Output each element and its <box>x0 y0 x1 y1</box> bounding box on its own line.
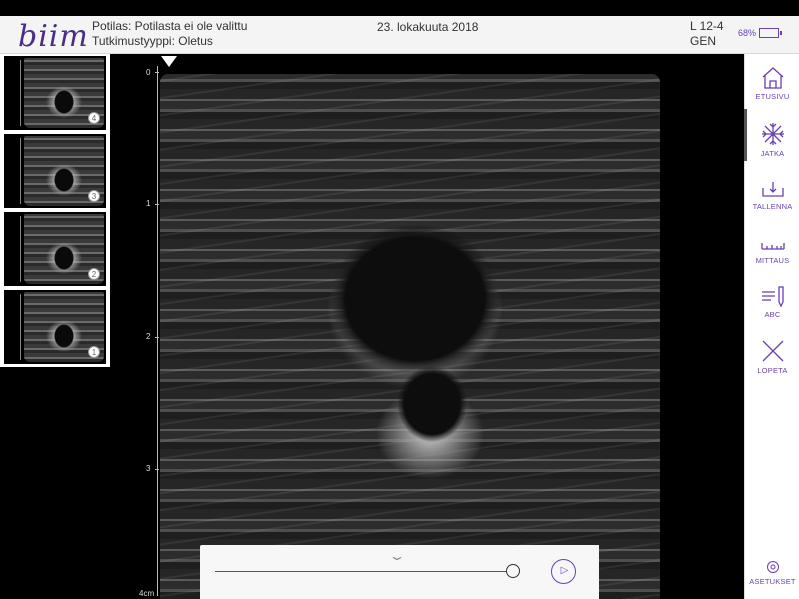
cine-scrubber-track[interactable] <box>215 571 515 572</box>
status-bar <box>0 0 799 16</box>
thumbnail-1[interactable]: 1 <box>4 290 106 364</box>
sidebar-item-label: ASETUKSET <box>749 577 796 586</box>
battery-percent: 68% <box>738 28 757 38</box>
depth-ruler <box>157 66 158 596</box>
battery-indicator: 68% <box>738 28 783 38</box>
gear-icon <box>766 561 779 573</box>
sidebar-item-lopeta[interactable]: LOPETA <box>745 338 799 375</box>
sidebar-item-label: ABC <box>764 310 781 319</box>
thumbnail-2[interactable]: 2 <box>4 212 106 286</box>
sidebar-item-asetukset[interactable]: ASETUKSET <box>745 559 799 586</box>
sidebar-item-jatka[interactable]: JATKA <box>745 121 799 158</box>
biim-logo: biim <box>18 19 89 54</box>
sidebar-item-label: ETUSIVU <box>755 92 790 101</box>
patient-info: Potilas: Potilasta ei ole valittu Tutkim… <box>92 19 247 49</box>
sidebar-item-mittaus[interactable]: MITTAUS <box>745 232 799 265</box>
chevron-down-icon[interactable]: ⌄ <box>388 549 406 563</box>
probe-mode: GEN <box>690 34 717 48</box>
ruler-icon <box>760 243 785 250</box>
depth-label-4: 4cm <box>139 589 155 598</box>
snowflake-icon <box>761 123 784 145</box>
thumbnail-badge: 1 <box>88 346 100 358</box>
save-icon <box>761 182 784 197</box>
depth-label-1: 1 <box>146 199 151 208</box>
depth-label-3: 3 <box>146 464 151 473</box>
header: biim Potilas: Potilasta ei ole valittu T… <box>0 16 799 54</box>
thumbnail-badge: 3 <box>88 190 100 202</box>
thumbnail-badge: 4 <box>88 112 100 124</box>
sidebar-item-label: MITTAUS <box>755 256 790 265</box>
exam-type-line: Tutkimustyyppi: Oletus <box>92 34 213 48</box>
sidebar-item-label: TALLENNA <box>752 202 793 211</box>
right-sidebar: ETUSIVU JATKA TALLENNA MITTAUS ABC LOPET… <box>744 54 799 599</box>
ultrasound-image <box>160 74 660 599</box>
thumbnail-3[interactable]: 3 <box>4 134 106 208</box>
thumbnail-strip: 4 3 2 1 <box>0 54 110 367</box>
sidebar-item-label: LOPETA <box>757 366 788 375</box>
sidebar-item-tallenna[interactable]: TALLENNA <box>745 178 799 211</box>
orientation-marker-icon <box>161 56 177 67</box>
exam-date: 23. lokakuuta 2018 <box>377 20 479 34</box>
depth-label-2: 2 <box>146 332 151 341</box>
play-button[interactable]: ▷ <box>551 559 576 584</box>
probe-info: L 12-4 GEN <box>690 19 724 49</box>
annotate-icon <box>761 286 784 308</box>
home-icon <box>762 67 783 89</box>
cine-player: ⌄ ▷ <box>200 545 599 599</box>
probe-model: L 12-4 <box>690 19 724 33</box>
thumbnail-badge: 2 <box>88 268 100 280</box>
patient-line: Potilas: Potilasta ei ole valittu <box>92 19 248 33</box>
sidebar-item-label: JATKA <box>760 149 785 158</box>
depth-label-0: 0 <box>146 68 151 77</box>
ultrasound-view[interactable]: 0 1 2 3 4cm <box>110 54 744 599</box>
sidebar-item-abc[interactable]: ABC <box>745 284 799 319</box>
battery-icon <box>759 28 783 38</box>
close-icon <box>762 340 783 362</box>
cine-scrubber-knob[interactable] <box>506 564 520 578</box>
sidebar-item-etusivu[interactable]: ETUSIVU <box>745 66 799 101</box>
thumbnail-4[interactable]: 4 <box>4 56 106 130</box>
